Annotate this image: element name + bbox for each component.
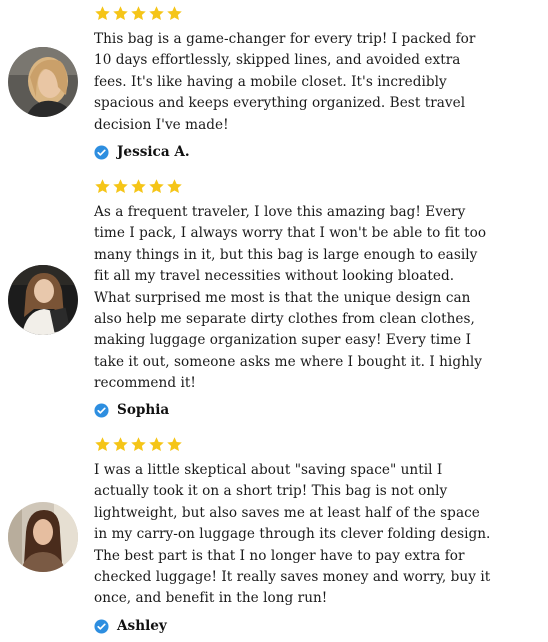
review-line: checked luggage! It really saves money a… — [94, 569, 491, 586]
review-line: As a frequent traveler, I love this amaz… — [94, 204, 466, 220]
review-line: time I pack, I always worry that I won't… — [94, 225, 487, 242]
review-line: recommend it! — [94, 375, 196, 392]
review-line: fees. It's like having a mobile closet. … — [94, 73, 447, 90]
author-name: Sophia — [117, 402, 170, 418]
review-line: take it out, someone asks me where I bou… — [94, 353, 483, 370]
star-icon — [167, 437, 182, 452]
review-line: What surprised me most is that the uniqu… — [94, 289, 471, 306]
star-icon — [131, 437, 146, 452]
star-icon — [167, 6, 182, 21]
star-icon — [131, 6, 146, 21]
review-text: This bag is a game-changer for every tri… — [94, 29, 546, 136]
review-line: 10 days effortlessly, skipped lines, and… — [94, 52, 461, 69]
star-icon — [113, 437, 128, 452]
star-icon — [131, 179, 146, 194]
review-line: also help me separate dirty clothes from… — [94, 311, 475, 328]
review-line: fit all my travel necessities without lo… — [94, 268, 455, 285]
verified-check-icon — [94, 402, 109, 418]
star-icon — [167, 179, 182, 194]
star-icon — [95, 437, 110, 452]
author-name: Jessica A. — [117, 144, 190, 160]
star-icon — [149, 437, 164, 452]
review-line: in my carry-on luggage through its cleve… — [94, 526, 491, 543]
star-icon — [113, 6, 128, 21]
review-line: The best part is that I no longer have t… — [94, 547, 465, 564]
review-line: decision I've made! — [94, 116, 229, 133]
avatar — [8, 47, 78, 117]
review-author: Ashley — [94, 618, 167, 634]
star-icon — [149, 179, 164, 194]
star-icon — [95, 179, 110, 194]
review-line: lightweight, but also saves me at least … — [94, 504, 480, 521]
star-icon — [113, 179, 128, 194]
review-text: As a frequent traveler, I love this amaz… — [94, 202, 546, 395]
review-line: making luggage organization super easy! … — [94, 332, 472, 349]
author-name: Ashley — [117, 618, 167, 634]
review-line: actually took it on a short trip! This b… — [94, 483, 448, 500]
avatar — [8, 502, 78, 572]
review-line: many things in it, but this bag is large… — [94, 246, 478, 263]
star-icon — [149, 6, 164, 21]
review-line: once, and benefit in the long run! — [94, 590, 328, 607]
review-author: Jessica A. — [94, 144, 190, 160]
star-icon — [95, 6, 110, 21]
star-rating — [94, 5, 183, 22]
review-line: spacious and keeps everything organized.… — [94, 95, 466, 112]
review-line: This bag is a game-changer for every tri… — [94, 31, 476, 47]
review-author: Sophia — [94, 402, 169, 418]
verified-check-icon — [94, 618, 109, 634]
avatar — [8, 265, 78, 335]
review-text: I was a little skeptical about "saving s… — [94, 460, 546, 610]
star-rating — [94, 178, 183, 195]
verified-check-icon — [94, 144, 109, 160]
review-line: I was a little skeptical about "saving s… — [94, 462, 443, 478]
star-rating — [94, 436, 183, 453]
